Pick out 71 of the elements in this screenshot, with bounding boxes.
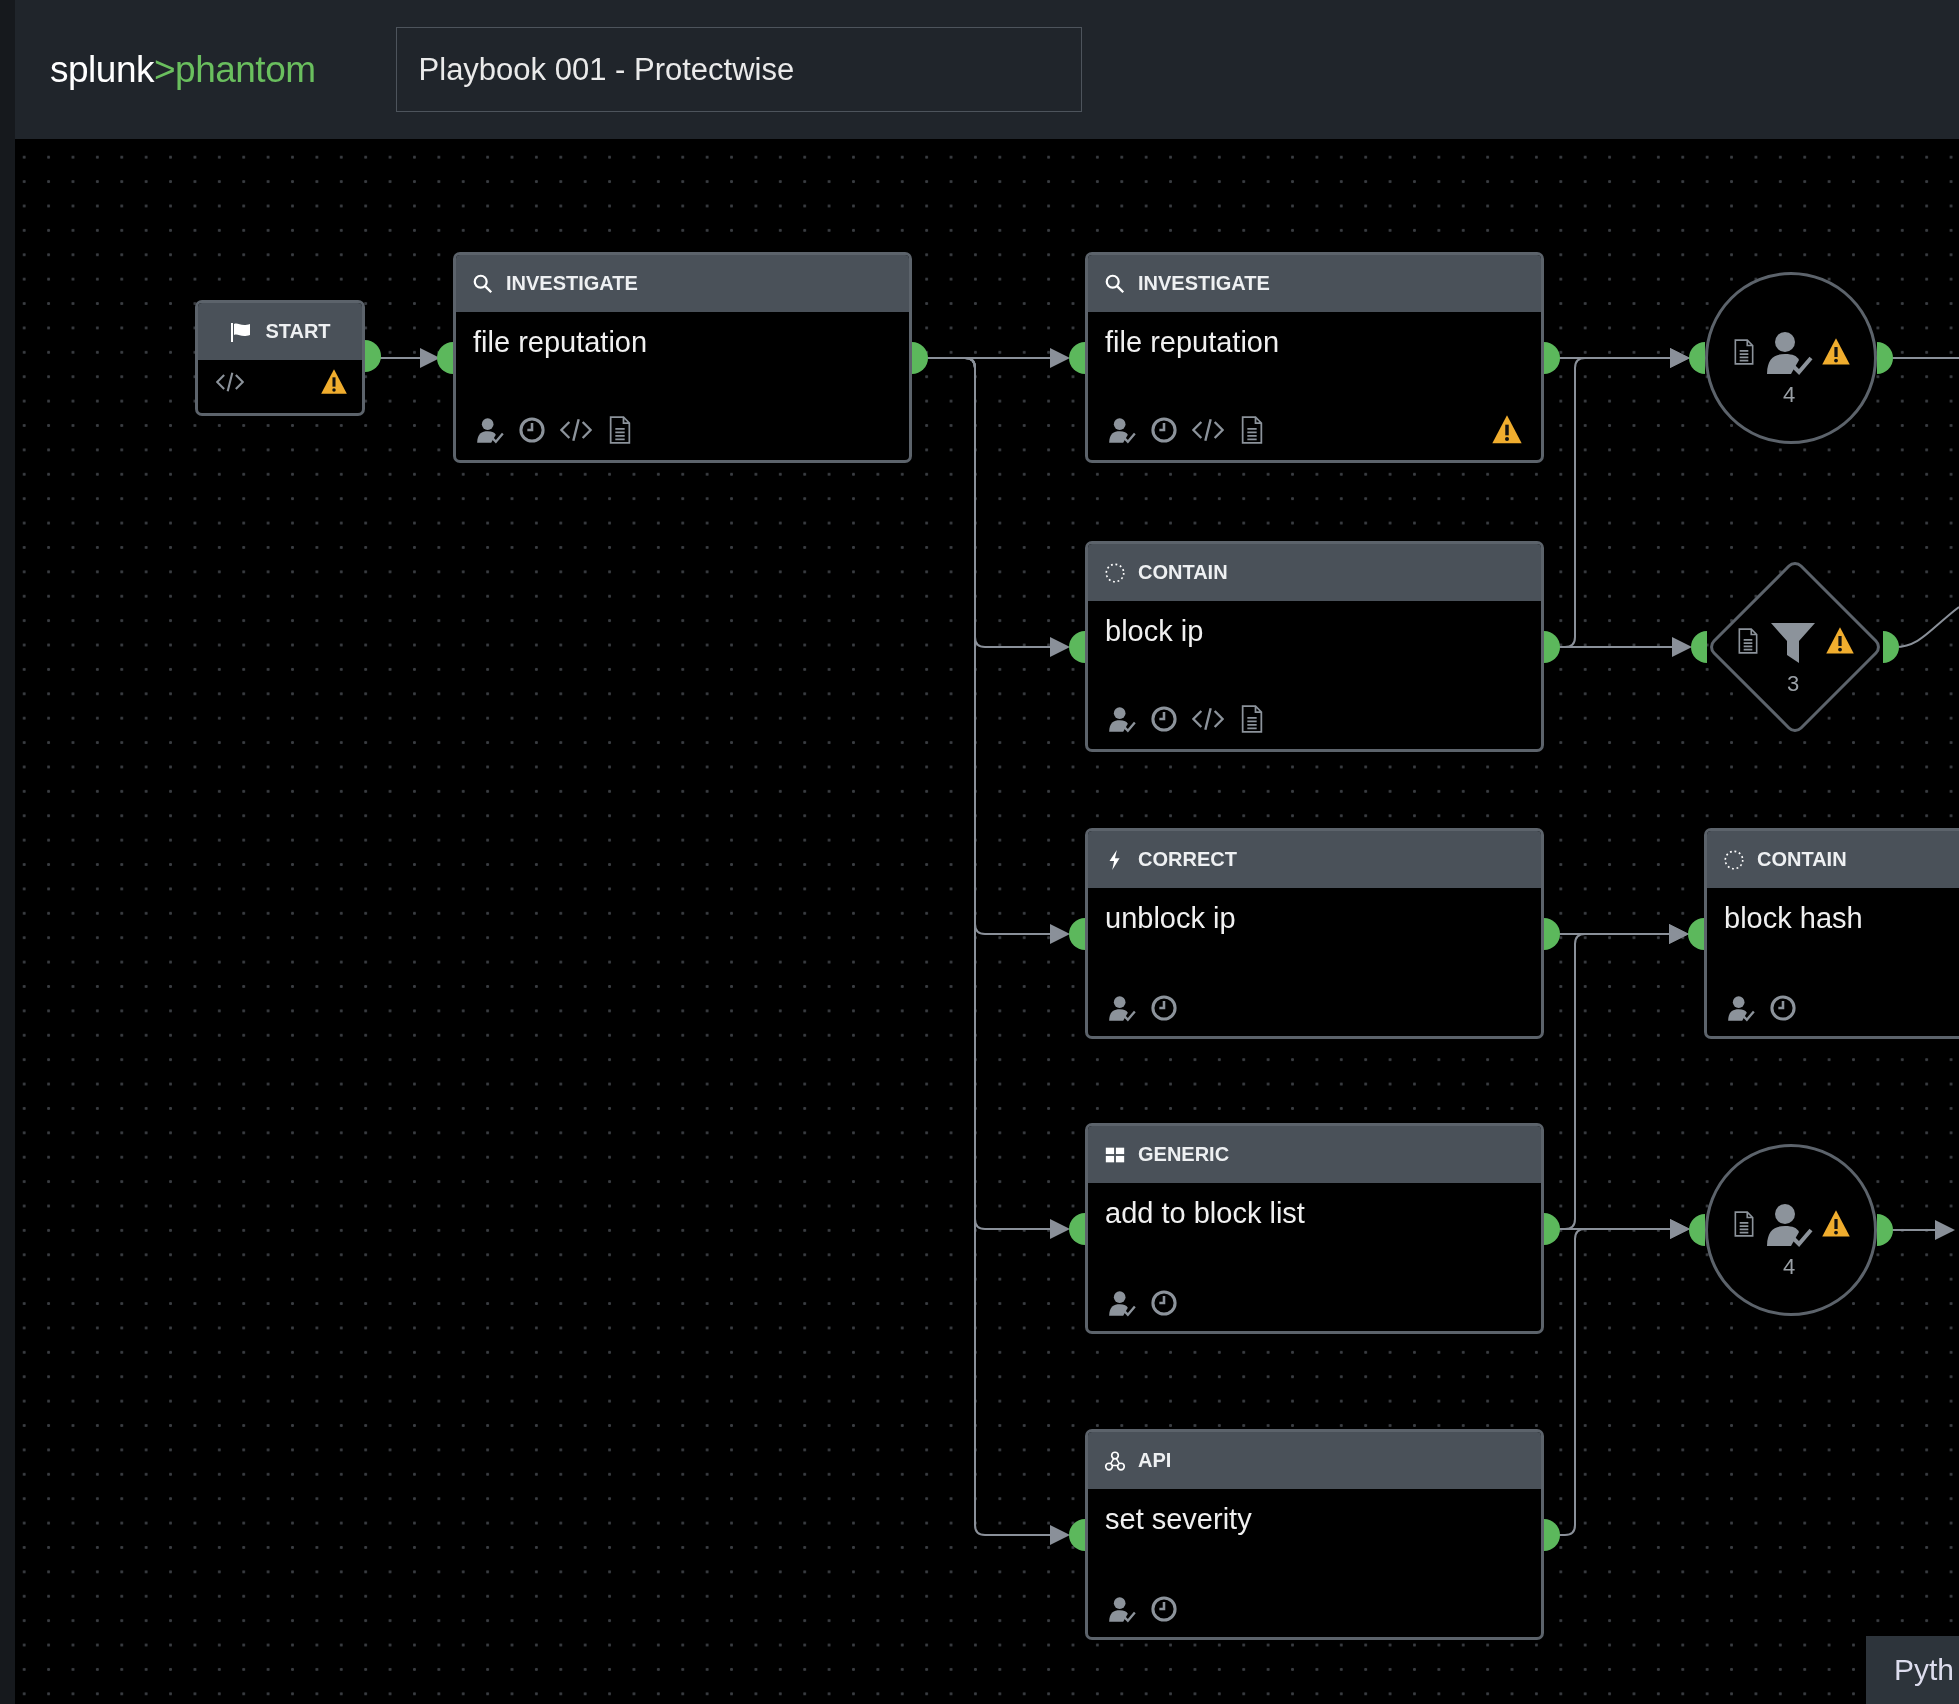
output-port[interactable] <box>1544 918 1560 950</box>
output-port[interactable] <box>912 342 928 374</box>
action-name: set severity <box>1104 1502 1253 1536</box>
action-name: file reputation <box>1104 325 1281 359</box>
input-port[interactable] <box>1069 342 1085 374</box>
action-name: file reputation <box>472 325 649 359</box>
dotted-circle-icon <box>1723 848 1745 871</box>
search-icon <box>1104 272 1126 295</box>
dotted-circle-icon <box>1104 561 1126 584</box>
output-port[interactable] <box>1544 1519 1560 1551</box>
input-port[interactable] <box>1069 1519 1085 1551</box>
user-check-icon <box>476 416 504 444</box>
connector-line <box>1890 357 1959 359</box>
user-check-icon <box>1727 994 1755 1022</box>
output-port[interactable] <box>1544 1213 1560 1245</box>
output-port[interactable] <box>1877 1214 1893 1246</box>
output-port[interactable] <box>1877 342 1893 374</box>
clock-icon <box>1150 1289 1178 1317</box>
clock-icon <box>1150 994 1178 1022</box>
output-port[interactable] <box>1544 342 1560 374</box>
input-port[interactable] <box>1689 1214 1705 1246</box>
node-type-label: API <box>1138 1449 1172 1472</box>
clock-icon <box>1150 416 1178 444</box>
output-port[interactable] <box>365 340 381 372</box>
node-type-label: GENERIC <box>1138 1143 1230 1166</box>
node-type-label: CONTAIN <box>1138 561 1228 584</box>
connector-arrow <box>1890 1220 1955 1240</box>
playbook-title-field[interactable]: Playbook 001 - Protectwise <box>395 27 1082 112</box>
connector-arrow <box>379 348 440 368</box>
node-type-label: INVESTIGATE <box>506 272 638 295</box>
action-node[interactable]: CORRECT unblock ip <box>1085 828 1544 1039</box>
node-type-label: CORRECT <box>1138 848 1237 871</box>
user-check-icon <box>1108 705 1136 733</box>
logo: splunk>phantom <box>50 48 316 91</box>
output-port[interactable] <box>1883 631 1899 663</box>
action-node[interactable]: INVESTIGATE file reputation <box>1085 252 1544 463</box>
input-port[interactable] <box>1689 342 1705 374</box>
input-port[interactable] <box>1069 1213 1085 1245</box>
user-check-icon <box>1108 1289 1136 1317</box>
node-type-label: INVESTIGATE <box>1138 272 1270 295</box>
search-icon <box>472 272 494 295</box>
node-type-label: CONTAIN <box>1757 848 1847 871</box>
action-name: unblock ip <box>1104 901 1237 935</box>
clock-icon <box>1150 1595 1178 1623</box>
action-name: block hash <box>1723 901 1864 935</box>
clock-icon <box>1150 705 1178 733</box>
action-name: add to block list <box>1104 1196 1306 1230</box>
output-port[interactable] <box>1544 631 1560 663</box>
input-port[interactable] <box>1069 631 1085 663</box>
language-button[interactable]: Pyth <box>1866 1636 1959 1704</box>
count-label: 3 <box>1787 671 1800 697</box>
user-check-icon <box>1108 416 1136 444</box>
count-label: 4 <box>1783 382 1796 408</box>
action-node[interactable]: INVESTIGATE file reputation <box>453 252 912 463</box>
network-icon <box>1104 1449 1126 1472</box>
clock-icon <box>518 416 546 444</box>
action-node[interactable]: CONTAIN block hash <box>1704 828 1959 1039</box>
start-node[interactable]: START <box>195 300 365 416</box>
user-check-icon <box>1108 994 1136 1022</box>
input-port[interactable] <box>1691 631 1707 663</box>
count-label: 4 <box>1783 1254 1796 1280</box>
action-node[interactable]: CONTAIN block ip <box>1085 541 1544 752</box>
input-port[interactable] <box>1688 918 1704 950</box>
action-node[interactable]: API set severity <box>1085 1429 1544 1640</box>
node-type-label: START <box>265 320 331 343</box>
action-node[interactable]: GENERIC add to block list <box>1085 1123 1544 1334</box>
input-port[interactable] <box>1069 918 1085 950</box>
clock-icon <box>1769 994 1797 1022</box>
input-port[interactable] <box>437 342 453 374</box>
action-name: block ip <box>1104 614 1205 648</box>
user-check-icon <box>1108 1595 1136 1623</box>
